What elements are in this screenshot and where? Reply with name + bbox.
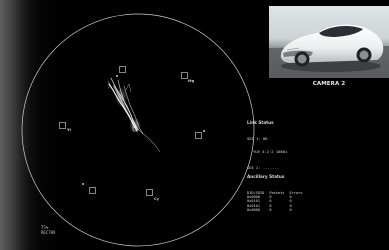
vectorscope-monitor: Mg Cy Yl 75% REC709 CAMERA 2 Link Status… bbox=[0, 0, 389, 250]
link-status-title: Link Status bbox=[247, 119, 274, 125]
cell-did: 0x0000 bbox=[247, 207, 260, 212]
camera-preview bbox=[269, 6, 389, 78]
vector-trace bbox=[107, 77, 161, 153]
cell-packets: 0 bbox=[269, 207, 272, 212]
scale-readout: 75% REC709 bbox=[41, 225, 56, 235]
ancillary-status-title: Ancillary Status bbox=[247, 173, 285, 179]
camera-label: CAMERA 2 bbox=[312, 81, 346, 87]
target-label-yl: Yl bbox=[66, 128, 71, 132]
cell-errors: 0 bbox=[289, 207, 292, 212]
target-box-yl: Yl bbox=[59, 122, 71, 132]
target-box-mg: Mg bbox=[181, 72, 195, 83]
target-label-mg: Mg bbox=[188, 79, 195, 83]
table-row: 0x0000 0 0 bbox=[247, 208, 307, 212]
ancillary-status-panel: Ancillary Status DID/SDID Packets Errors… bbox=[247, 166, 307, 221]
ancillary-table: DID/SDID Packets Errors 0x0000 0 0 0x010… bbox=[247, 191, 307, 212]
car-image bbox=[269, 6, 389, 78]
target-box-b bbox=[195, 130, 205, 139]
target-box-r bbox=[116, 66, 126, 77]
sdi1-label: SDI 1: HD bbox=[247, 136, 268, 142]
target-label-cy: Cy bbox=[154, 197, 160, 201]
target-box-g bbox=[82, 183, 96, 194]
target-box-cy: Cy bbox=[146, 189, 160, 201]
scale-standard: REC709 bbox=[41, 229, 56, 235]
sdi1-format: YUV 4:2:2 1080i bbox=[253, 149, 288, 155]
